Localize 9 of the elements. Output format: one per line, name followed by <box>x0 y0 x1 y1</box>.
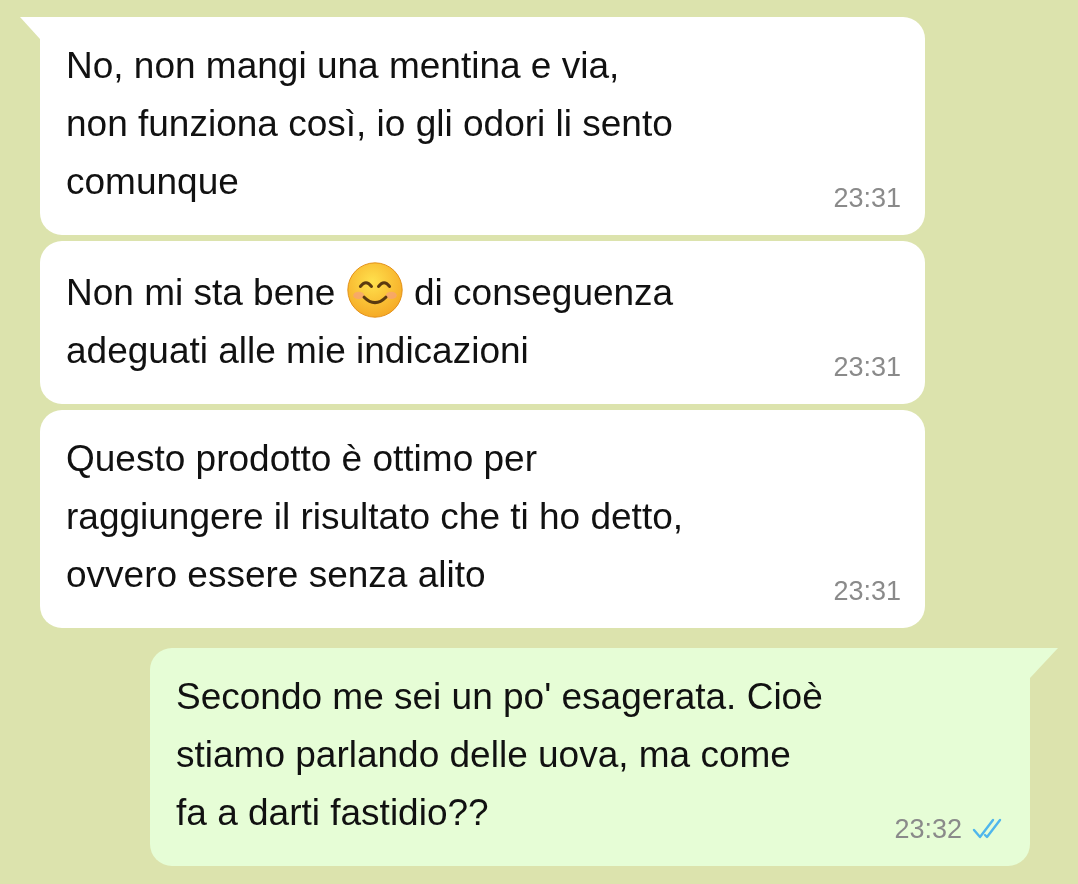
message-time: 23:32 <box>894 813 962 846</box>
message-time: 23:31 <box>833 182 901 215</box>
message-time: 23:31 <box>833 351 901 384</box>
message-time: 23:31 <box>833 575 901 608</box>
message-text: Non mi sta bene di conseguenza adeguati alle mie indicazioni <box>66 261 674 380</box>
message-text: No, non mangi una mentina e via, non funziona così, io gli odori li sento comunque <box>66 44 673 204</box>
smiling-face-icon <box>345 261 404 319</box>
message-text: Secondo me sei un po' esagerata. Cioè stiamo parlando delle uova, ma come fa a darti fastidio?? <box>176 675 823 835</box>
message-text: Questo prodotto è ottimo per raggiungere il risultato che ti ho detto, ovvero essere senza alito <box>66 437 684 597</box>
